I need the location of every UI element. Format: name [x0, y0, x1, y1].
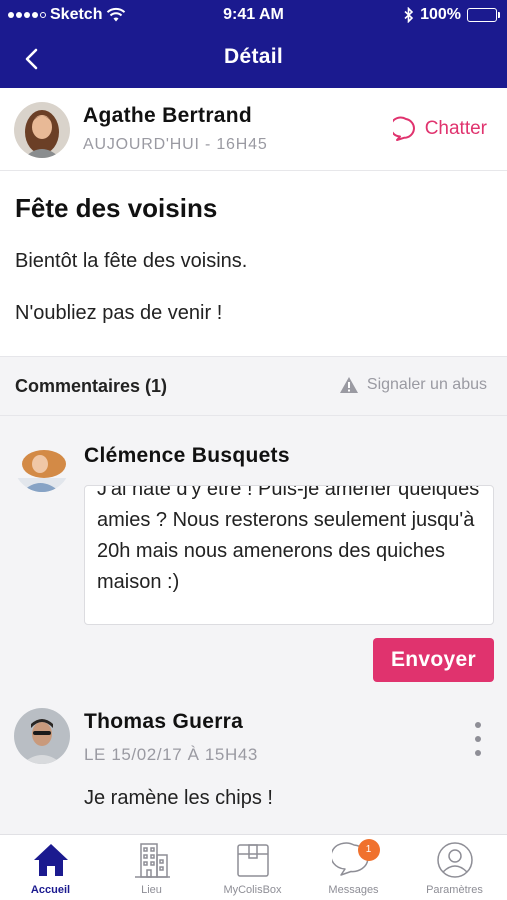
status-bar: Sketch 9:41 AM 100% — [0, 0, 507, 32]
tab-lieu[interactable]: Lieu — [101, 835, 202, 900]
author-name: Agathe Bertrand — [83, 104, 253, 127]
comments-count-label: Commentaires (1) — [15, 376, 168, 396]
chat-bubble-icon — [392, 116, 415, 141]
user-icon — [436, 842, 473, 878]
comment-author-name: Thomas Guerra — [84, 710, 244, 733]
home-icon — [33, 844, 68, 876]
send-button[interactable]: Envoyer — [373, 638, 494, 682]
tab-accueil[interactable]: Accueil — [0, 835, 101, 900]
post-body-line-1: Bientôt la fête des voisins. — [15, 250, 248, 272]
page-title: Détail — [224, 45, 283, 68]
comment-author-avatar[interactable] — [14, 708, 70, 764]
messages-icon-wrap: 1 — [329, 839, 380, 879]
chat-button-label: Chatter — [424, 118, 487, 139]
reply-author-name: Clémence Busquets — [84, 444, 290, 467]
tab-bar: Accueil Lieu MyColisBox 1 Messages Param… — [0, 834, 507, 900]
comment-text: Je ramène les chips ! — [84, 787, 273, 809]
reply-author-avatar[interactable] — [14, 436, 70, 492]
reply-text: J'ai hâte d'y être ! Puis-je amener quel… — [97, 485, 480, 593]
comments-header: Commentaires (1) Signaler un abus — [0, 356, 507, 416]
battery-icon — [467, 8, 500, 22]
unread-badge: 1 — [357, 839, 380, 861]
report-abuse-link[interactable]: Signaler un abus — [339, 376, 487, 394]
reply-textarea[interactable]: J'ai hâte d'y être ! Puis-je amener quel… — [84, 485, 494, 625]
top-bar: Sketch 9:41 AM 100% Détail — [0, 0, 507, 88]
package-icon — [236, 844, 269, 877]
comments-area: Clémence Busquets J'ai hâte d'y être ! P… — [0, 416, 507, 834]
post-timestamp: AUJOURD'HUI - 16H45 — [83, 136, 268, 153]
more-options-icon[interactable] — [471, 722, 485, 756]
report-abuse-label: Signaler un abus — [366, 376, 487, 393]
bluetooth-icon — [404, 7, 414, 23]
nav-bar: Détail — [0, 32, 507, 88]
tab-label: MyColisBox — [223, 884, 282, 896]
tab-parametres[interactable]: Paramètres — [404, 835, 505, 900]
battery-label: 100% — [420, 6, 461, 23]
post-title: Fête des voisins — [15, 193, 218, 223]
tab-mycolisbox[interactable]: MyColisBox — [202, 835, 303, 900]
post-body-line-2: N'oubliez pas de venir ! — [15, 302, 223, 324]
warning-icon — [339, 377, 358, 393]
tab-label: Messages — [328, 884, 379, 896]
chat-button[interactable]: Chatter — [392, 116, 487, 142]
post-content: Fête des voisins Bientôt la fête des voi… — [0, 171, 507, 356]
building-icon — [134, 843, 170, 878]
tab-label: Lieu — [141, 884, 162, 896]
comment-timestamp: LE 15/02/17 À 15H43 — [84, 745, 258, 764]
post-author-row: Agathe Bertrand AUJOURD'HUI - 16H45 Chat… — [0, 88, 507, 171]
author-avatar[interactable] — [14, 102, 70, 158]
tab-label: Paramètres — [426, 884, 483, 896]
tab-messages[interactable]: 1 Messages — [303, 835, 404, 900]
tab-label: Accueil — [30, 884, 71, 896]
status-right: 100% — [404, 6, 500, 24]
